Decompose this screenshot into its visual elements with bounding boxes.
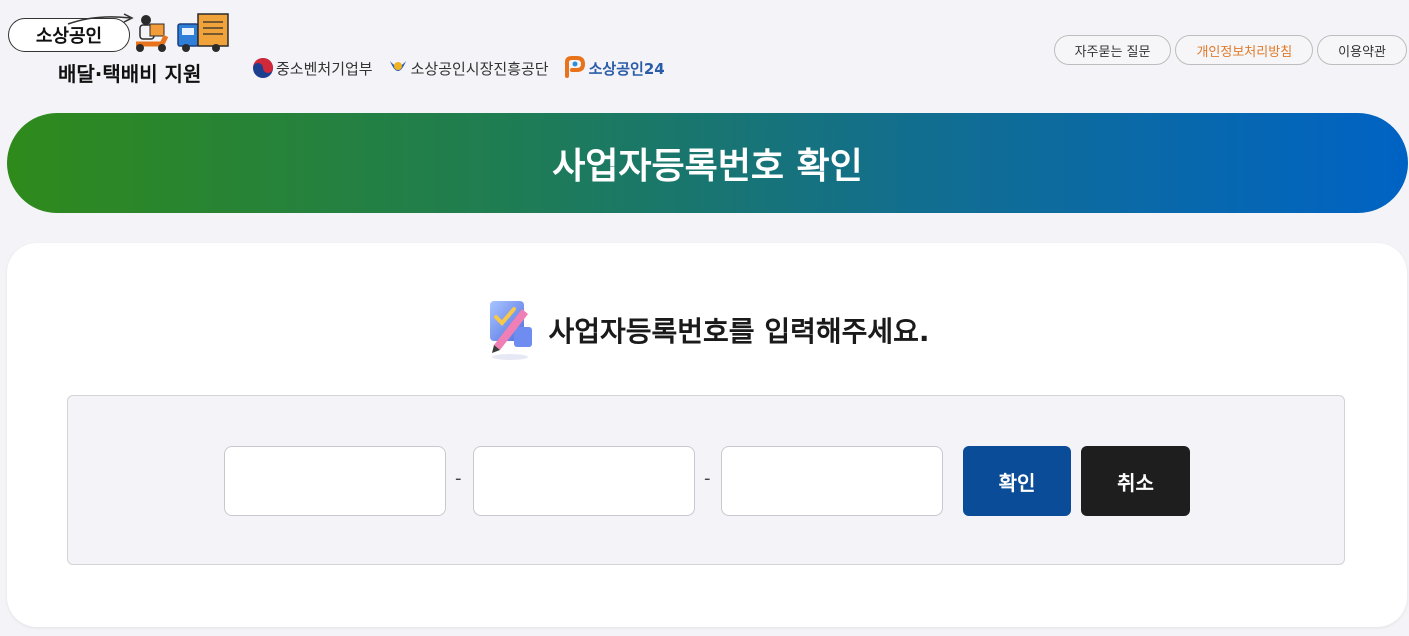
business-number-card: 사업자등록번호를 입력해주세요. - - 확인 취소: [7, 243, 1407, 627]
business-number-part3-input[interactable]: [721, 446, 943, 516]
semas-emblem-icon: [389, 61, 406, 71]
service-logo[interactable]: 소상공인 배달·택배비 지원: [6, 10, 234, 88]
org-mss: 중소벤처기업부: [252, 57, 373, 79]
logo-arrow-icon: [67, 13, 134, 25]
pencil-checklist-icon: [490, 301, 533, 360]
org-semas: 소상공인시장진흥공단: [387, 57, 549, 79]
business-number-part2-input[interactable]: [473, 446, 695, 516]
cancel-button[interactable]: 취소: [1081, 446, 1190, 516]
org-semas-name: 소상공인시장진흥공단: [410, 59, 549, 78]
org-mss-name: 중소벤처기업부: [276, 59, 373, 78]
site-header: 소상공인 배달·택배비 지원 중소벤처기업부 소상공인시장진흥공단 소상공인24…: [0, 0, 1409, 100]
taegeuk-emblem-icon: [253, 58, 273, 78]
page-title: 사업자등록번호 확인: [552, 146, 863, 187]
org-sbiz24: 소상공인24: [563, 56, 665, 80]
confirm-button[interactable]: 확인: [963, 446, 1071, 516]
top-links: 자주묻는 질문 개인정보처리방침 이용약관: [1053, 35, 1407, 65]
separator-1: -: [455, 468, 462, 489]
sbiz24-p-icon: [564, 56, 585, 78]
faq-link[interactable]: 자주묻는 질문: [1053, 35, 1172, 65]
terms-link[interactable]: 이용약관: [1317, 35, 1407, 65]
organization-logos: 중소벤처기업부 소상공인시장진흥공단 소상공인24: [252, 56, 665, 80]
separator-2: -: [704, 468, 711, 489]
privacy-policy-link[interactable]: 개인정보처리방침: [1175, 35, 1314, 65]
business-number-part1-input[interactable]: [224, 446, 446, 516]
prompt-text: 사업자등록번호를 입력해주세요.: [548, 315, 930, 348]
delivery-truck-icon: [136, 13, 229, 52]
logo-subtitle: 배달·택배비 지원: [58, 62, 202, 86]
org-sbiz24-name: 소상공인24: [588, 59, 665, 78]
input-prompt: 사업자등록번호를 입력해주세요.: [7, 297, 1407, 363]
business-number-form: - - 확인 취소: [67, 395, 1345, 565]
page-banner: 사업자등록번호 확인: [7, 113, 1408, 213]
